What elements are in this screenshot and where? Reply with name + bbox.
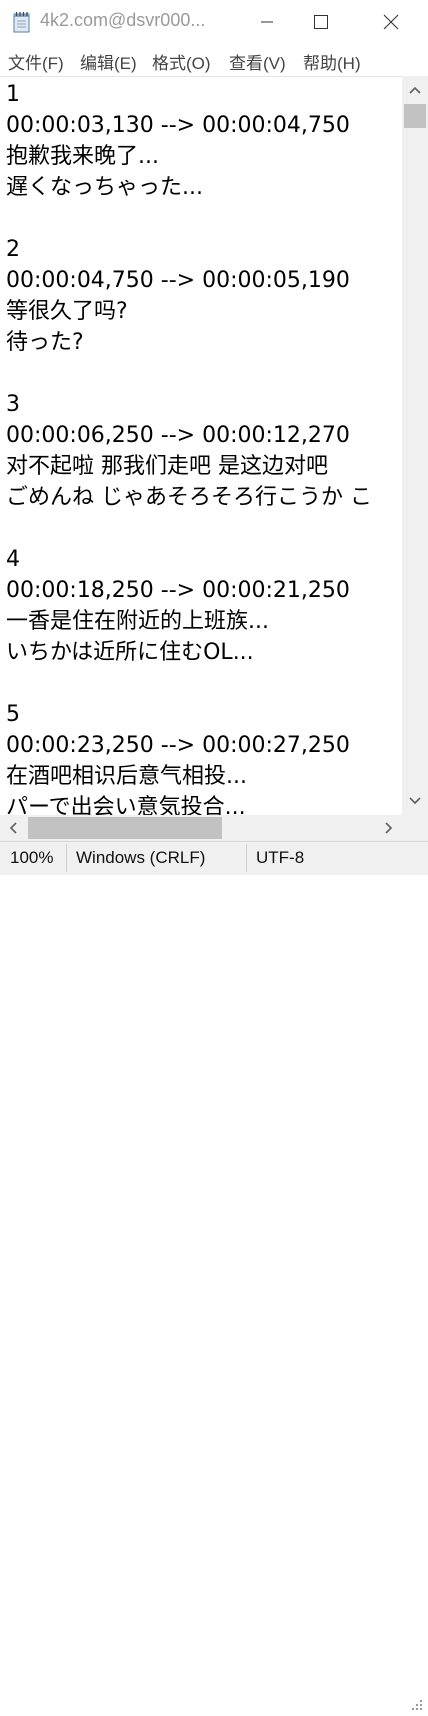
notepad-icon bbox=[12, 11, 32, 33]
scroll-down-button[interactable] bbox=[402, 789, 428, 813]
line-ending: Windows (CRLF) bbox=[76, 848, 206, 867]
resize-grip-icon[interactable] bbox=[408, 1696, 424, 1712]
chevron-up-icon bbox=[409, 86, 421, 94]
menu-view[interactable]: 查看(V) bbox=[229, 49, 286, 74]
scroll-left-button[interactable] bbox=[0, 815, 26, 841]
minimize-icon bbox=[261, 21, 273, 23]
text-editor[interactable]: 1 00:00:03,130 --> 00:00:04,750 抱歉我来晚了..… bbox=[0, 76, 402, 816]
menu-format[interactable]: 格式(O) bbox=[152, 49, 211, 74]
zoom-level: 100% bbox=[10, 848, 54, 867]
status-bar: 100% Windows (CRLF) UTF-8 bbox=[0, 841, 428, 1710]
chevron-down-icon bbox=[409, 797, 421, 805]
horizontal-scrollbar[interactable] bbox=[0, 815, 402, 841]
status-separator bbox=[246, 844, 247, 872]
document-text[interactable]: 1 00:00:03,130 --> 00:00:04,750 抱歉我来晚了..… bbox=[6, 79, 372, 816]
chevron-right-icon bbox=[385, 822, 393, 834]
vertical-scrollbar[interactable] bbox=[402, 76, 428, 815]
window-title: 4k2.com@dsvr000... bbox=[40, 10, 206, 30]
close-button[interactable] bbox=[368, 0, 414, 44]
maximize-button[interactable] bbox=[298, 0, 344, 44]
menu-file[interactable]: 文件(F) bbox=[8, 49, 64, 74]
scrollbar-corner bbox=[402, 815, 428, 841]
scroll-right-button[interactable] bbox=[376, 815, 402, 841]
maximize-icon bbox=[314, 15, 328, 29]
notepad-window: 4k2.com@dsvr000... 文件(F) 编辑(E) 格式(O) 查看(… bbox=[0, 0, 428, 1710]
menu-edit[interactable]: 编辑(E) bbox=[80, 49, 137, 74]
chevron-left-icon bbox=[9, 822, 17, 834]
title-bar[interactable]: 4k2.com@dsvr000... bbox=[0, 0, 428, 44]
vertical-scroll-thumb[interactable] bbox=[404, 104, 426, 128]
menu-help[interactable]: 帮助(H) bbox=[303, 49, 361, 74]
close-icon bbox=[383, 14, 399, 30]
menu-bar: 文件(F) 编辑(E) 格式(O) 查看(V) 帮助(H) bbox=[0, 44, 428, 76]
encoding: UTF-8 bbox=[256, 848, 305, 867]
scroll-up-button[interactable] bbox=[402, 78, 428, 102]
minimize-button[interactable] bbox=[244, 0, 290, 44]
status-separator bbox=[66, 844, 67, 872]
horizontal-scroll-thumb[interactable] bbox=[28, 817, 222, 839]
